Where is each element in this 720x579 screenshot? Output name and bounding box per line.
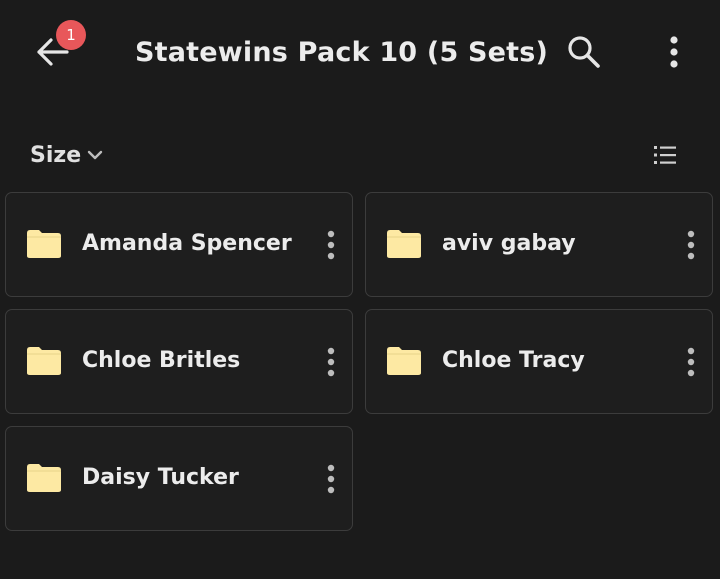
file-browser-screen: 1 Statewins Pack 10 (5 Sets) Size Amanda… [0,0,720,579]
more-vertical-icon [670,36,678,68]
folder-icon [387,230,421,258]
top-app-bar: 1 Statewins Pack 10 (5 Sets) [0,0,720,104]
chevron-down-icon [87,150,103,160]
folder-name: Daisy Tucker [82,465,239,490]
folder-name: Amanda Spencer [82,231,292,256]
folder-icon [27,230,61,258]
folder-more-button[interactable] [316,457,346,501]
folder-more-button[interactable] [676,340,706,384]
sort-dropdown[interactable]: Size [30,136,103,174]
more-vertical-icon [327,464,335,494]
folder-more-button[interactable] [676,223,706,267]
folder-name: Chloe Britles [82,348,241,373]
folder-more-button[interactable] [316,223,346,267]
more-vertical-icon [687,347,695,377]
more-vertical-icon [327,347,335,377]
folder-card[interactable]: Amanda Spencer [5,192,353,297]
more-options-button[interactable] [652,30,696,74]
folder-icon [27,464,61,492]
folder-card[interactable]: Chloe Tracy [365,309,713,414]
folder-icon [27,347,61,375]
page-title: Statewins Pack 10 (5 Sets) [135,37,549,68]
folder-card[interactable]: Chloe Britles [5,309,353,414]
folder-icon [387,347,421,375]
folder-more-button[interactable] [316,340,346,384]
notification-badge: 1 [56,20,86,50]
folder-name: Chloe Tracy [442,348,585,373]
list-view-icon [654,146,676,164]
search-button[interactable] [562,30,606,74]
folder-card[interactable]: Daisy Tucker [5,426,353,531]
folder-card[interactable]: aviv gabay [365,192,713,297]
more-vertical-icon [327,230,335,260]
more-vertical-icon [687,230,695,260]
folder-name: aviv gabay [442,231,576,256]
view-toggle-button[interactable] [648,136,682,174]
sort-label: Size [30,142,82,168]
search-icon [568,36,600,68]
